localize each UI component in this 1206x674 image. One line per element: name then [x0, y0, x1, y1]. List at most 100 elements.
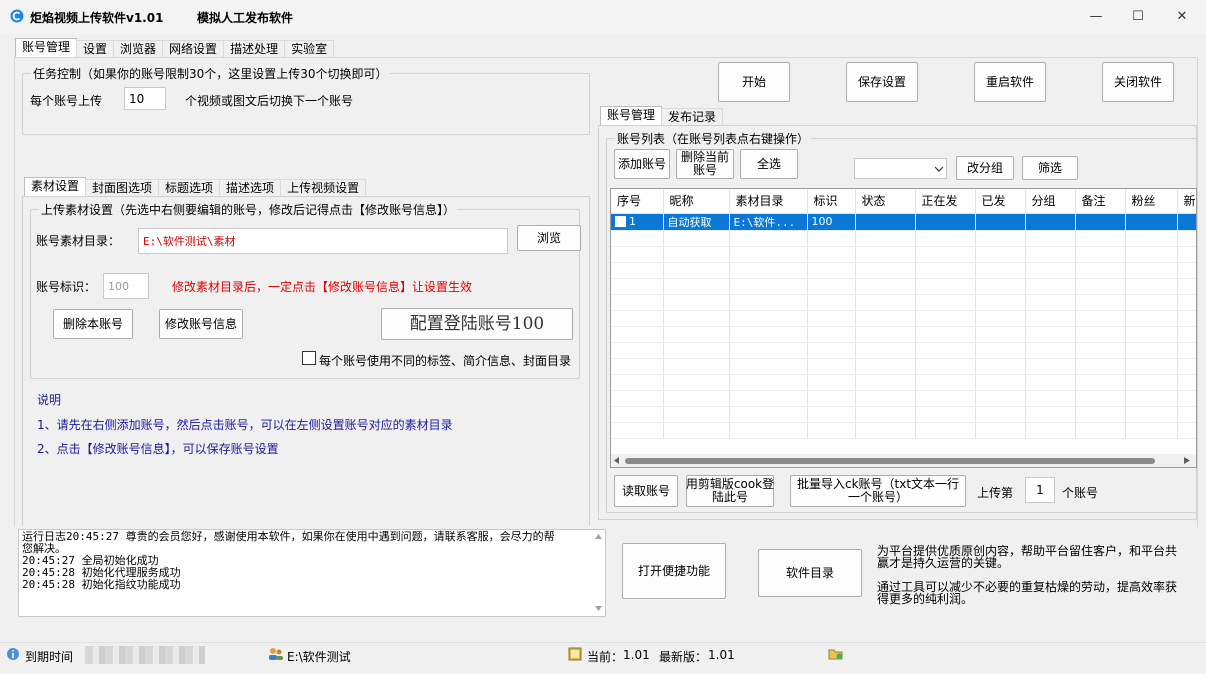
- column-header[interactable]: 状态: [855, 189, 916, 214]
- promo-text-2: 通过工具可以减少不必要的重复枯燥的劳动，提高效率获得更多的纯利润。: [877, 580, 1178, 606]
- modify-account-button[interactable]: 修改账号信息: [159, 309, 243, 339]
- table-row: [611, 310, 1196, 327]
- table-row: [611, 406, 1196, 423]
- grid-horizontal-scrollbar[interactable]: [611, 454, 1196, 467]
- filter-button[interactable]: 筛选: [1022, 156, 1078, 180]
- config-login-button[interactable]: 配置登陆账号100: [381, 308, 573, 340]
- table-row: [611, 390, 1196, 407]
- table-row[interactable]: 1 自动获取 E:\软件... 100: [611, 213, 1196, 231]
- scroll-right-icon[interactable]: [1184, 457, 1190, 464]
- table-row: [611, 246, 1196, 263]
- table-row: [611, 342, 1196, 359]
- start-button[interactable]: 开始: [718, 62, 790, 102]
- table-row: [611, 326, 1196, 343]
- upload-nth-input[interactable]: 1: [1025, 477, 1055, 503]
- column-header[interactable]: 正在发: [915, 189, 976, 214]
- log-line: 运行日志20:45:27 尊贵的会员您好，感谢使用本软件，如果你在使用中遇到问题…: [22, 530, 555, 543]
- run-log[interactable]: 运行日志20:45:27 尊贵的会员您好，感谢使用本软件，如果你在使用中遇到问题…: [18, 529, 606, 617]
- log-line: 20:45:28 初始化指纹功能成功: [22, 578, 181, 591]
- tab-cover-options[interactable]: 封面图选项: [85, 179, 160, 197]
- different-tags-checkbox[interactable]: [302, 351, 316, 365]
- latest-version-label: 最新版：: [659, 650, 708, 664]
- latest-version-value: 1.01: [708, 648, 735, 662]
- select-all-button[interactable]: 全选: [740, 149, 798, 179]
- main-tabbar: 账号管理 设置 浏览器 网络设置 描述处理 实验室: [15, 38, 335, 58]
- notes-line-2: 2、点击【修改账号信息】，可以保存账号设置: [37, 442, 279, 456]
- maximize-button[interactable]: ☐: [1116, 0, 1160, 32]
- window-subtitle: 模拟人工发布软件: [197, 11, 294, 25]
- material-dir-cell: E:\软件...: [729, 213, 808, 231]
- delete-account-button[interactable]: 删除本账号: [53, 309, 133, 339]
- column-header[interactable]: 备注: [1075, 189, 1126, 214]
- column-header[interactable]: 标识: [807, 189, 856, 214]
- restart-button[interactable]: 重启软件: [974, 62, 1046, 102]
- info-icon: [7, 648, 19, 660]
- column-header[interactable]: 素材目录: [729, 189, 808, 214]
- change-group-button[interactable]: 改分组: [956, 156, 1014, 180]
- tab-network[interactable]: 网络设置: [162, 40, 225, 58]
- scroll-up-icon[interactable]: [595, 534, 602, 539]
- tab-publish-records[interactable]: 发布记录: [661, 108, 724, 126]
- account-grid[interactable]: 序号 昵称 素材目录 标识 状态 正在发 已发 分组 备注 粉丝 新增 1 自动…: [610, 188, 1197, 468]
- upload-nth-label: 上传第: [977, 486, 1014, 500]
- per-account-label: 每个账号上传: [30, 94, 103, 108]
- tab-description[interactable]: 描述处理: [223, 40, 286, 58]
- group-cell: [1025, 213, 1076, 231]
- table-row: [611, 262, 1196, 279]
- open-quick-functions-button[interactable]: 打开便捷功能: [622, 543, 726, 599]
- version-icon: [568, 647, 582, 661]
- close-app-button[interactable]: 关闭软件: [1102, 62, 1174, 102]
- new-cell: [1177, 213, 1196, 231]
- close-button[interactable]: ✕: [1160, 0, 1204, 32]
- row-checkbox[interactable]: [615, 216, 626, 227]
- software-directory-button[interactable]: 软件目录: [758, 549, 862, 597]
- browse-button[interactable]: 浏览: [517, 225, 581, 251]
- table-row: [611, 230, 1196, 247]
- tab-account-management[interactable]: 账号管理: [15, 38, 78, 58]
- material-tabbar: 素材设置 封面图选项 标题选项 描述选项 上传视频设置: [24, 177, 367, 197]
- tab-description-options[interactable]: 描述选项: [219, 179, 282, 197]
- column-header[interactable]: 分组: [1025, 189, 1076, 214]
- status-cell: [855, 213, 916, 231]
- tab-right-account-management[interactable]: 账号管理: [600, 106, 663, 126]
- account-list-title: 账号列表（在账号列表点右键操作）: [615, 130, 812, 147]
- different-tags-label: 每个账号使用不同的标签、简介信息、封面目录: [319, 354, 572, 368]
- status-path: E:\软件测试: [287, 650, 351, 664]
- account-id-input[interactable]: 100: [103, 273, 149, 299]
- tab-upload-video-settings[interactable]: 上传视频设置: [280, 179, 367, 197]
- scrollbar-thumb[interactable]: [625, 458, 1155, 464]
- column-header[interactable]: 已发: [975, 189, 1026, 214]
- delete-current-account-button[interactable]: 删除当前 账号: [676, 149, 734, 179]
- current-version-label: 当前：: [587, 650, 624, 664]
- batch-import-button[interactable]: 批量导入ck账号（txt文本一行 一个账号）: [790, 475, 966, 507]
- expire-label: 到期时间: [25, 650, 74, 664]
- read-account-button[interactable]: 读取账号: [614, 475, 678, 507]
- scroll-left-icon[interactable]: [614, 457, 620, 464]
- current-version-value: 1.01: [623, 648, 650, 662]
- group-select[interactable]: [854, 158, 947, 179]
- minimize-button[interactable]: —: [1074, 0, 1118, 32]
- column-header[interactable]: 序号: [611, 189, 664, 214]
- column-header[interactable]: 新增: [1177, 189, 1196, 214]
- jianying-cookie-login-button[interactable]: 用剪辑版cook登 陆此号: [686, 475, 774, 507]
- tab-title-options[interactable]: 标题选项: [158, 179, 221, 197]
- per-account-input[interactable]: 10: [124, 87, 166, 110]
- note-cell: [1075, 213, 1126, 231]
- sending-cell: [915, 213, 976, 231]
- tab-material-settings[interactable]: 素材设置: [24, 177, 87, 197]
- column-header[interactable]: 粉丝: [1125, 189, 1178, 214]
- tab-lab[interactable]: 实验室: [284, 40, 335, 58]
- folder-refresh-icon[interactable]: [828, 647, 844, 661]
- column-header[interactable]: 昵称: [663, 189, 730, 214]
- fans-cell: [1125, 213, 1178, 231]
- save-settings-button[interactable]: 保存设置: [846, 62, 918, 102]
- users-icon: [269, 648, 283, 660]
- tab-browser[interactable]: 浏览器: [113, 40, 164, 58]
- scroll-down-icon[interactable]: [595, 606, 602, 611]
- material-dir-input[interactable]: E:\软件测试\素材: [138, 228, 508, 254]
- table-row: [611, 294, 1196, 311]
- account-grid-header: 序号 昵称 素材目录 标识 状态 正在发 已发 分组 备注 粉丝 新增: [611, 189, 1196, 214]
- tab-settings[interactable]: 设置: [76, 40, 115, 58]
- log-scrollbar[interactable]: [592, 530, 605, 616]
- add-account-button[interactable]: 添加账号: [614, 149, 670, 179]
